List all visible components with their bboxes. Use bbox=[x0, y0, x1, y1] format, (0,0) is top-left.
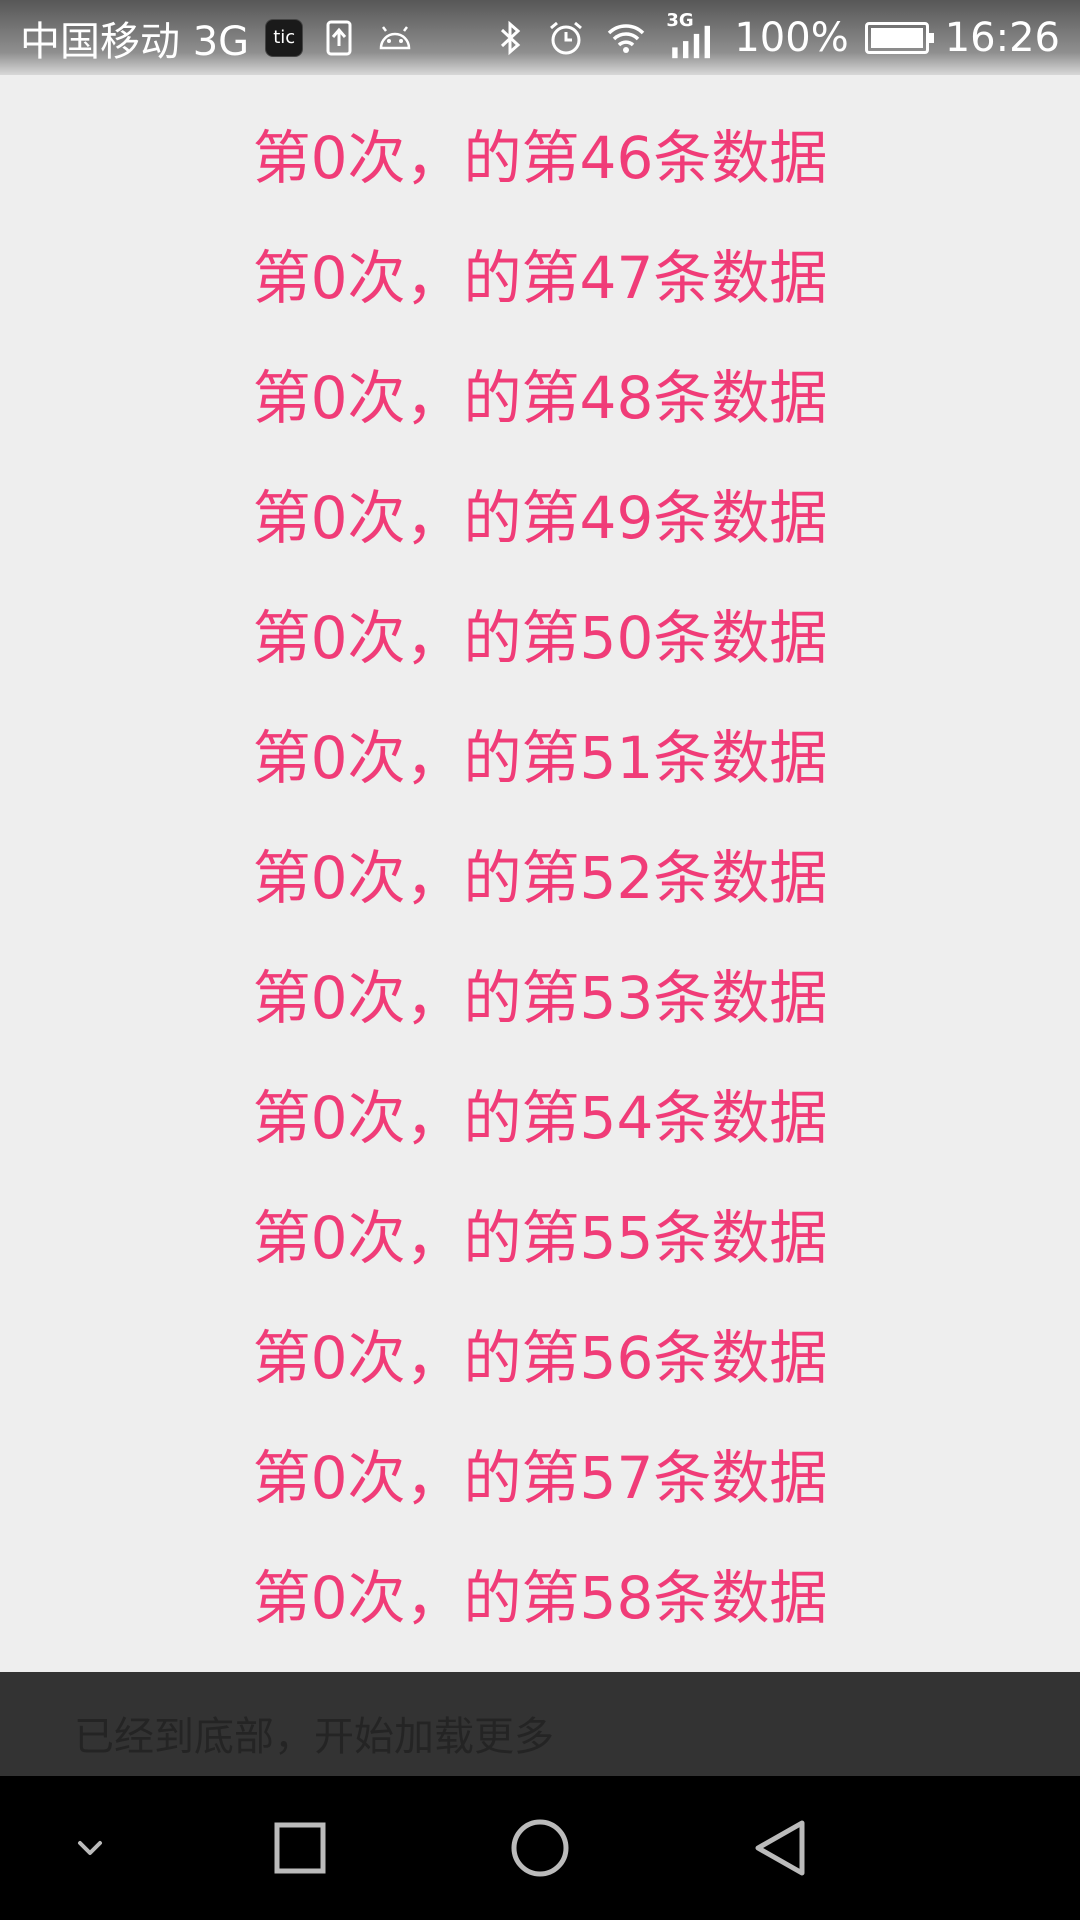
back-button[interactable] bbox=[730, 1776, 830, 1920]
home-icon bbox=[511, 1819, 569, 1877]
back-icon bbox=[755, 1820, 805, 1876]
battery-fill bbox=[870, 27, 923, 48]
carrier-label: 中国移动 3G bbox=[20, 18, 250, 65]
list-item[interactable]: 第0次，的第46条数据 bbox=[0, 98, 1080, 218]
battery-percent: 100% bbox=[734, 14, 849, 61]
list-item[interactable]: 第0次，的第49条数据 bbox=[0, 458, 1080, 578]
list-item[interactable]: 第0次，的第50条数据 bbox=[0, 578, 1080, 698]
list-item[interactable]: 第0次，的第57条数据 bbox=[0, 1418, 1080, 1538]
list-item[interactable]: 第0次，的第47条数据 bbox=[0, 218, 1080, 338]
signal-group: 3G bbox=[666, 10, 718, 62]
tic-icon: tic bbox=[265, 18, 304, 57]
list-item[interactable]: 第0次，的第58条数据 bbox=[0, 1538, 1080, 1658]
load-more-footer: 已经到底部，开始加载更多 bbox=[0, 1672, 1080, 1776]
status-right: 3G 100% 16:26 bbox=[490, 10, 1060, 62]
list-item[interactable]: 第0次，的第55条数据 bbox=[0, 1178, 1080, 1298]
list-item[interactable]: 第0次，的第53条数据 bbox=[0, 938, 1080, 1058]
wifi-icon bbox=[608, 23, 645, 53]
status-bar: 中国移动 3G tic 3G 100% 16:26 bbox=[0, 0, 1080, 75]
alarm-icon bbox=[550, 21, 583, 54]
load-more-text: 已经到底部，开始加载更多 bbox=[74, 1714, 554, 1760]
upload-icon bbox=[326, 20, 352, 55]
signal-icon bbox=[672, 25, 711, 58]
navigation-bar bbox=[0, 1776, 1080, 1920]
home-button[interactable] bbox=[490, 1776, 590, 1920]
status-left: 中国移动 3G tic bbox=[20, 9, 415, 67]
list-item[interactable]: 第0次，的第56条数据 bbox=[0, 1298, 1080, 1418]
recent-apps-icon bbox=[274, 1822, 326, 1874]
list-item[interactable]: 第0次，的第52条数据 bbox=[0, 818, 1080, 938]
data-list[interactable]: 第0次，的第46条数据 第0次，的第47条数据 第0次，的第48条数据 第0次，… bbox=[0, 98, 1080, 1658]
app-screen: 中国移动 3G tic 3G 100% 16:26 第0次，的第46条数据 第0… bbox=[0, 0, 1080, 1920]
recent-apps-button[interactable] bbox=[250, 1776, 350, 1920]
list-item[interactable]: 第0次，的第54条数据 bbox=[0, 1058, 1080, 1178]
bluetooth-icon bbox=[501, 20, 521, 55]
battery-icon bbox=[864, 21, 934, 54]
hide-nav-button[interactable] bbox=[50, 1776, 130, 1920]
chevron-down-icon bbox=[78, 1841, 102, 1855]
clock: 16:26 bbox=[944, 14, 1060, 61]
list-item[interactable]: 第0次，的第48条数据 bbox=[0, 338, 1080, 458]
list-item[interactable]: 第0次，的第51条数据 bbox=[0, 698, 1080, 818]
android-icon bbox=[379, 25, 411, 49]
